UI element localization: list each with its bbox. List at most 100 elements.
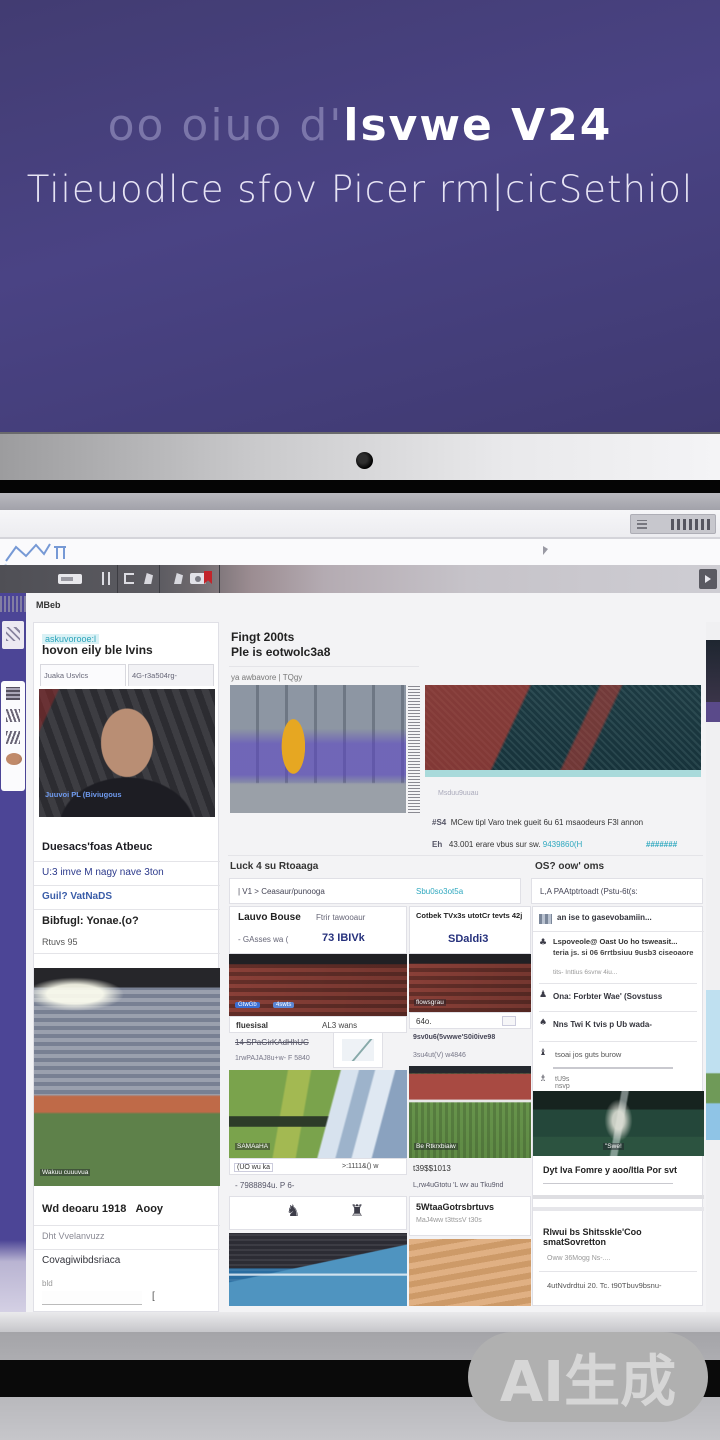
match-photo-3[interactable]	[229, 1233, 407, 1306]
toolbar-segment-1	[20, 565, 118, 593]
sidebar-tool-icon[interactable]	[6, 709, 20, 722]
address-widget[interactable]	[630, 514, 716, 534]
news-bold-title[interactable]: Dyt lva Fomre y aoo/ltla Por svt	[543, 1165, 698, 1175]
sidebar-chart-icon[interactable]	[6, 731, 20, 744]
section-link[interactable]: Guil? VatNaDS	[42, 891, 112, 902]
note-line-2: 1rwPAJAJ8u+w- F 5840	[235, 1055, 310, 1062]
footer-tiny: bld	[42, 1279, 53, 1288]
pen-icon[interactable]	[144, 573, 153, 584]
tab-1[interactable]: Juaka Usvlcs	[40, 664, 126, 686]
story-photo-teal-stadium[interactable]	[425, 685, 701, 777]
match-photo-3[interactable]	[409, 1239, 531, 1306]
hero-title-main: lsvwe V24	[343, 100, 612, 151]
breadcrumb-bar: | V1 > Ceasaur/punooga Sbu0so3ot5a	[229, 878, 521, 904]
footer-title: Wd deoaru 1918 Aooy	[42, 1203, 163, 1215]
screenshot-root: oo oiuo d'lsvwe V24 Tiieuodlce sfov Pice…	[0, 0, 720, 1440]
article-heading[interactable]: hovon eily ble lvins	[42, 643, 153, 657]
photo-credit: Msduu9uuau	[438, 790, 478, 797]
crest-icon[interactable]: ♜	[350, 1203, 364, 1219]
photo-caption: Wakuu cuuuvua	[40, 1169, 90, 1176]
sidebar-photo-icon[interactable]	[6, 687, 20, 700]
slideshow-icon[interactable]	[58, 574, 82, 584]
hero-screen: oo oiuo d'lsvwe V24 Tiieuodlce sfov Pice…	[0, 0, 720, 432]
window-titlebar	[0, 493, 720, 510]
match-photo-2[interactable]: SAMAaHA	[229, 1070, 407, 1158]
caption: t39$$1013	[413, 1164, 451, 1173]
caption-row: (UO wu ka >:1111&() w	[229, 1158, 407, 1175]
toolbar-segment-2	[118, 565, 160, 593]
match-photo-2[interactable]: Be Rtkrxbiaiw	[409, 1066, 531, 1158]
note-line-1: 9sv0u6(5vwwe'S0i0ive98	[413, 1034, 495, 1041]
article-card-left: askuvorooe:l hovon eily ble lvins Juaka …	[33, 622, 219, 1312]
crest-icon: ♝	[539, 1049, 547, 1058]
cropped-column	[706, 622, 720, 1312]
search-input[interactable]	[42, 1291, 142, 1305]
camera-icon[interactable]	[190, 573, 206, 584]
story-title-line2[interactable]: Ple is eotwolc3a8	[231, 645, 330, 659]
cursor-icon	[543, 546, 548, 555]
watermark-text: AI生成	[500, 1337, 676, 1418]
left-sidebar	[0, 593, 26, 1312]
news-photo[interactable]: "Swe!	[533, 1091, 704, 1156]
match-photo-1[interactable]: GtwGb 4swts	[229, 954, 407, 1016]
pipe-icon	[108, 572, 110, 585]
footer-link[interactable]: Covagiwibdsriaca	[42, 1255, 120, 1266]
hero-subtitle: Tiieuodlce sfov Picer rm|cicSethiol	[0, 168, 720, 211]
news-item[interactable]: tits- Inttius 6svrw 4iu...	[553, 969, 617, 976]
breadcrumb[interactable]: | V1 > Ceasaur/punooga	[238, 887, 325, 896]
person-icon[interactable]	[174, 573, 183, 584]
match-header-card[interactable]: Lauvo Bouse Ftrir tawooaur - GAsses wa (…	[229, 906, 407, 954]
caption-row: fluesisal AL3 wans	[229, 1016, 407, 1033]
watermark-pill: AI生成	[468, 1332, 708, 1422]
webcam-icon	[356, 452, 373, 469]
article-subhead[interactable]: Duesacs'foas Atbeuc	[42, 841, 152, 853]
section-header-left: Luck 4 su Rtoaaga	[230, 861, 318, 872]
top-center-card: Fingt 200ts Ple is eotwolc3a8 ya awbavor…	[229, 622, 421, 867]
bracket-icon[interactable]	[124, 573, 134, 584]
promo-card[interactable]: 5WtaaGotrsbrtuvs MaJ4ww t3ttssV t30s	[409, 1196, 531, 1236]
tab-2[interactable]: 4G-r3a504rg-	[128, 664, 214, 686]
crest-icon[interactable]: ♞	[286, 1203, 300, 1219]
story-title-line1[interactable]: Fingt 200ts	[231, 630, 294, 644]
story-byline: ya awbavore | TQgy	[231, 673, 302, 682]
match-header-card[interactable]: Cotbek TVx3s utotCr tevts 42j SDaldi3	[409, 906, 531, 954]
input-bracket-mark: [	[152, 1291, 155, 1302]
list-item-title[interactable]: Bibfugl: Yonae.(o?	[42, 915, 139, 927]
dark-toolbar	[0, 565, 720, 593]
caption-row: 64o.	[409, 1012, 531, 1029]
logo-stamp	[0, 596, 26, 612]
match-score: SDaldi3	[448, 933, 488, 945]
inline-link[interactable]: 9439860(H	[543, 840, 583, 849]
news-list-card: an ise to gasevobamiin... ♣ Lspoveole@ O…	[532, 906, 703, 1306]
news-bold-title[interactable]: Rlwui bs Shitsskle'Coo smatSovretton	[543, 1227, 701, 1247]
sidebar-home-tile[interactable]	[2, 621, 24, 649]
filter-box[interactable]: L,A PAAtptrtoadt (Pstu-6t(s:	[531, 878, 703, 904]
story-photo-hall[interactable]	[230, 685, 406, 813]
crest-icon: ♠	[539, 1019, 547, 1028]
sidebar-avatar-icon[interactable]	[6, 753, 22, 765]
news-item[interactable]: 4utNvdrdtui 20. Tc. t90Tbuv9bsnu-	[547, 1281, 662, 1290]
more-link[interactable]: #######	[646, 840, 677, 849]
footer-title-right: Aooy	[136, 1203, 164, 1215]
match-photo-1[interactable]: flowsgrau	[409, 954, 531, 1012]
menu-label[interactable]: MBeb	[36, 600, 61, 610]
breadcrumb-link[interactable]: Sbu0so3ot5a	[416, 887, 463, 896]
headline-row-1[interactable]: #S4 MCew tipl Varo tnek gueit 6u 61 msao…	[432, 818, 700, 827]
cropped-image	[706, 702, 720, 722]
thumb-box[interactable]	[333, 1032, 383, 1068]
cropped-image	[706, 990, 720, 1140]
list-item-meta: Rtuvs 95	[42, 937, 78, 947]
headline-row-2[interactable]: Eh 43.001 erare vbus sur sw. 9439860(H	[432, 840, 582, 849]
article-photo-stadium[interactable]: Wakuu cuuuvua	[34, 968, 220, 1186]
section-header-right: OS? oow' oms	[535, 861, 604, 872]
forward-button[interactable]	[699, 569, 717, 589]
monitor-bezel-bottom	[0, 480, 720, 493]
grid-icon	[539, 914, 552, 924]
article-photo-portrait[interactable]: Juuvoi PL (Biviugous	[39, 689, 215, 817]
crest-icon: ♣	[539, 939, 547, 948]
browser-toolbar	[0, 510, 720, 538]
match-column-1: Lauvo Bouse Ftrir tawooaur - GAsses wa (…	[229, 906, 407, 1306]
note-line-3: L,rw4uGtotu 'L wv au Tku9nd	[413, 1182, 503, 1189]
mini-box	[502, 1016, 516, 1026]
article-link[interactable]: U:3 imve M nagy nave 3ton	[42, 867, 164, 878]
